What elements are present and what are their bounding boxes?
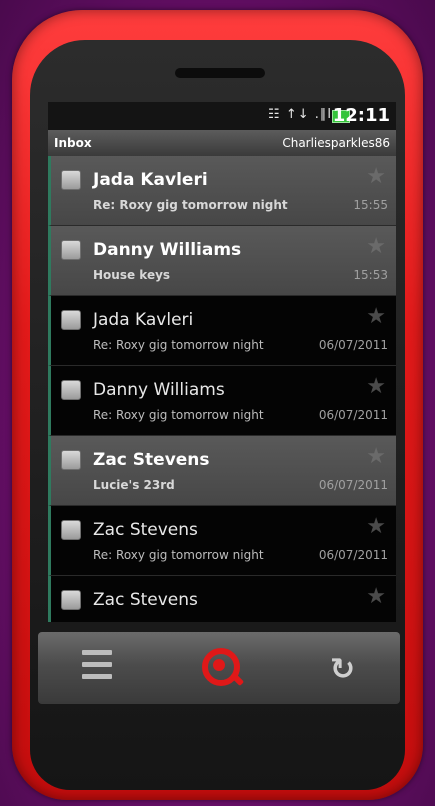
message-sender: Danny Williams	[93, 240, 242, 260]
account-name: Charliesparkles86	[282, 136, 390, 150]
message-time: 06/07/2011	[318, 478, 388, 492]
search-icon[interactable]	[200, 646, 245, 690]
message-row[interactable]: Jada Kavleri Re: Roxy gig tomorrow night…	[48, 296, 396, 366]
message-row[interactable]: Danny Williams House keys 15:53 ★	[48, 226, 396, 296]
star-icon[interactable]: ★	[366, 164, 386, 189]
star-icon[interactable]: ★	[366, 234, 386, 259]
message-sender: Jada Kavleri	[93, 310, 194, 330]
star-icon[interactable]: ★	[366, 304, 386, 329]
message-row[interactable]: Danny Williams Re: Roxy gig tomorrow nig…	[48, 366, 396, 436]
select-checkbox[interactable]	[61, 590, 81, 610]
message-row[interactable]: Zac Stevens ★	[48, 576, 396, 622]
message-subject: Re: Roxy gig tomorrow night	[93, 338, 264, 352]
message-sender: Zac Stevens	[93, 590, 198, 610]
star-icon[interactable]: ★	[366, 374, 386, 399]
select-checkbox[interactable]	[61, 170, 81, 190]
select-checkbox[interactable]	[61, 450, 81, 470]
message-list: Jada Kavleri Re: Roxy gig tomorrow night…	[48, 156, 396, 622]
message-subject: Re: Roxy gig tomorrow night	[93, 408, 264, 422]
menu-icon[interactable]	[82, 650, 112, 686]
select-checkbox[interactable]	[61, 240, 81, 260]
message-sender: Zac Stevens	[93, 520, 198, 540]
message-sender: Zac Stevens	[93, 450, 210, 470]
message-time: 06/07/2011	[318, 408, 388, 422]
select-checkbox[interactable]	[61, 380, 81, 400]
signal-icons: ☷ ↑↓ .∥l	[268, 107, 332, 122]
message-subject: Re: Roxy gig tomorrow night	[93, 548, 264, 562]
message-time: 15:55	[353, 198, 388, 212]
message-time: 15:53	[353, 268, 388, 282]
earpiece-speaker	[175, 68, 265, 78]
message-time: 06/07/2011	[318, 548, 388, 562]
message-subject: House keys	[93, 268, 171, 282]
select-checkbox[interactable]	[61, 520, 81, 540]
message-sender: Danny Williams	[93, 380, 225, 400]
message-row[interactable]: Zac Stevens Re: Roxy gig tomorrow night …	[48, 506, 396, 576]
status-clock: 12:11	[332, 105, 390, 126]
message-subject: Re: Roxy gig tomorrow night	[93, 198, 288, 212]
inbox-header: Inbox Charliesparkles86	[48, 130, 396, 156]
message-row[interactable]: Jada Kavleri Re: Roxy gig tomorrow night…	[48, 156, 396, 226]
select-checkbox[interactable]	[61, 310, 81, 330]
page-title: Inbox	[54, 136, 92, 150]
bottom-nav-bar: ↻	[38, 632, 400, 704]
phone-screen: ☷ ↑↓ .∥l 12:11 Inbox Charliesparkles86 J…	[48, 102, 396, 622]
star-icon[interactable]: ★	[366, 514, 386, 539]
message-row[interactable]: Zac Stevens Lucie's 23rd 06/07/2011 ★	[48, 436, 396, 506]
star-icon[interactable]: ★	[366, 444, 386, 469]
message-subject: Lucie's 23rd	[93, 478, 175, 492]
message-time: 06/07/2011	[318, 338, 388, 352]
star-icon[interactable]: ★	[366, 584, 386, 609]
back-icon[interactable]: ↻	[330, 652, 355, 687]
message-sender: Jada Kavleri	[93, 170, 208, 190]
status-bar: ☷ ↑↓ .∥l 12:11	[48, 102, 396, 130]
